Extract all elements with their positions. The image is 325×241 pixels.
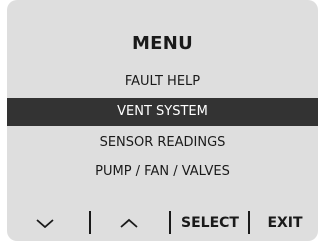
chevron-up-icon: [120, 218, 138, 228]
menu-item-fault-help[interactable]: FAULT HELP: [7, 68, 318, 96]
menu-item-sensor-readings[interactable]: SENSOR READINGS: [7, 129, 318, 157]
select-button[interactable]: SELECT: [173, 211, 247, 235]
softkey-bar: SELECT EXIT: [7, 211, 318, 235]
menu-title: MENU: [131, 33, 194, 54]
menu-item-vent-system[interactable]: VENT SYSTEM: [7, 98, 318, 126]
softkey-divider: [89, 211, 91, 234]
chevron-down-icon: [36, 219, 54, 228]
exit-button[interactable]: EXIT: [260, 211, 310, 235]
display-screen: MENU FAULT HELP VENT SYSTEM SENSOR READI…: [7, 0, 318, 241]
softkey-divider: [248, 211, 250, 234]
softkey-divider: [169, 211, 171, 234]
scroll-up-button[interactable]: [113, 211, 145, 235]
scroll-down-button[interactable]: [29, 211, 61, 235]
menu-item-pump-fan-valves[interactable]: PUMP / FAN / VALVES: [7, 158, 318, 186]
